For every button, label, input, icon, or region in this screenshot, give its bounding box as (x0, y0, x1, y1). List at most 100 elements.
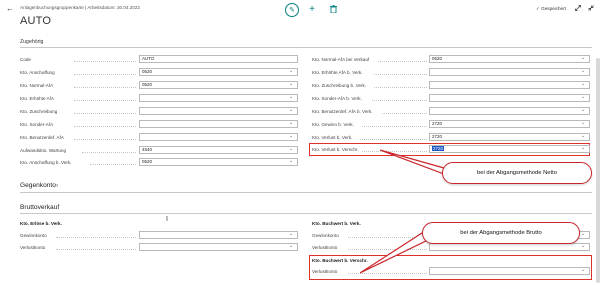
callout-netto: bei der Abgangsmethode Netto (442, 162, 592, 184)
chevron-down-icon[interactable]: ⌄ (289, 146, 293, 152)
field-label: Kto. Anschaffung b. Verk. (20, 160, 72, 165)
label-leader (90, 164, 136, 165)
kto-erhoehte-afa-b-verk-field[interactable] (429, 68, 590, 76)
label-leader (74, 61, 136, 62)
kto-zuschreibung-field[interactable] (139, 107, 298, 115)
breadcrumb: Anlagenbuchungsgruppenkarte | Arbeitsdat… (20, 5, 140, 10)
chevron-down-icon[interactable]: ⌄ (581, 145, 585, 151)
erloese-verlustkonto-field[interactable] (139, 243, 298, 251)
section-divider (20, 192, 592, 193)
field-label: Verlustkonto (312, 269, 338, 274)
field-label: Gewinnkonto (20, 233, 47, 238)
field-label: Kto. Sonder-AfA (20, 122, 54, 127)
check-icon: ✓ (536, 6, 540, 11)
field-label: Kto. Anschaffung (20, 70, 55, 75)
chevron-down-icon[interactable]: ⌄ (289, 107, 293, 113)
field-label: Kto. Zuschreibung b. Verk. (312, 83, 367, 88)
chevron-down-icon[interactable]: ⌄ (581, 94, 585, 100)
collapse-button[interactable] (587, 4, 595, 12)
buchwert-verlustkonto-field[interactable] (429, 243, 590, 251)
group-label: Kto. Erlöse b. Verk. (20, 221, 62, 226)
kto-erhoehte-afa-field[interactable] (139, 94, 298, 102)
delete-button[interactable] (328, 4, 338, 14)
aufwandskto-wartung-field[interactable]: 4540 (139, 146, 298, 154)
section-divider (20, 47, 592, 48)
chevron-down-icon[interactable]: ⌄ (289, 133, 293, 139)
kto-anschaffung-b-verk-field[interactable]: 0520 (139, 158, 298, 166)
chevron-down-icon[interactable]: ⌄ (581, 231, 585, 237)
field-label: Code (20, 57, 31, 62)
chevron-down-icon[interactable]: ⌄ (581, 68, 585, 74)
kto-benutzerdef-afa-field[interactable] (139, 133, 298, 141)
kto-anschaffung-field[interactable]: 0520 (139, 68, 298, 76)
edit-button[interactable]: ✎ (285, 3, 299, 17)
collapse-icon (588, 5, 594, 11)
chevron-right-icon: › (55, 182, 59, 189)
chevron-down-icon[interactable]: ⌄ (581, 107, 585, 113)
chevron-down-icon[interactable]: ⌄ (289, 120, 293, 126)
back-arrow-icon[interactable]: ← (6, 5, 14, 13)
label-leader (74, 74, 136, 75)
section-divider (20, 213, 592, 214)
erloese-gewinnkonto-field[interactable] (139, 231, 298, 239)
add-button[interactable]: + (307, 3, 317, 15)
chevron-down-icon[interactable]: ⌄ (289, 231, 293, 237)
callout-brutto: bei der Abgangsmethode Brutto (422, 222, 580, 244)
label-leader (372, 100, 427, 101)
pencil-icon: ✎ (289, 6, 295, 14)
field-label: Kto. Normal-AfA bei Verkauf (312, 57, 370, 62)
kto-gewinn-b-verk-field[interactable]: 2720 (429, 120, 590, 128)
section-general-title[interactable]: Zugehörig (20, 39, 43, 45)
buchwert-verschr-verlustkonto-field[interactable] (429, 267, 590, 275)
plus-icon: + (309, 3, 315, 15)
label-leader (378, 61, 427, 62)
kto-sonder-afa-b-verk-field[interactable] (429, 94, 590, 102)
label-leader (74, 113, 136, 114)
label-leader (74, 100, 136, 101)
label-leader (360, 139, 427, 140)
kto-normal-afa-field[interactable]: 0520 (139, 81, 298, 89)
field-label: Kto. Sonder-AfA b. Verk. (312, 96, 362, 101)
vertical-scrollbar[interactable] (596, 58, 600, 283)
code-field[interactable]: AUTO (139, 55, 298, 63)
kto-benutzerdef-afa-b-verk-field[interactable] (429, 107, 590, 115)
field-label: Kto. Benutzerdef. AfA (20, 135, 64, 140)
label-leader (374, 87, 427, 88)
saved-label: Gespeichert (541, 6, 566, 11)
chevron-down-icon[interactable]: ⌄ (581, 81, 585, 87)
label-leader (82, 152, 136, 153)
chevron-down-icon[interactable]: ⌄ (581, 120, 585, 126)
chevron-down-icon[interactable]: ⌄ (289, 81, 293, 87)
field-label: Kto. Gewinn b. Verk. (312, 122, 354, 127)
field-label: Kto. Zuschreibung (20, 109, 58, 114)
chevron-down-icon[interactable]: ⌄ (581, 243, 585, 249)
chevron-down-icon[interactable]: ⌄ (581, 55, 585, 61)
section-gegenkonto-title[interactable]: Gegenkonto› (20, 182, 58, 189)
trash-icon (329, 5, 337, 13)
label-leader (74, 139, 136, 140)
kto-zuschreibung-b-verk-field[interactable] (429, 81, 590, 89)
label-leader (74, 126, 136, 127)
field-label: Kto. Verlust b. Verk. (312, 135, 353, 140)
label-leader (56, 237, 136, 238)
expand-icon (575, 5, 581, 11)
chevron-down-icon[interactable]: ⌄ (581, 133, 585, 139)
kto-verlust-b-verk-field[interactable]: 2720 (429, 133, 590, 141)
field-label: Kto. Verlust b. Verschr. (312, 147, 359, 152)
group-label: Kto. Buchwert b. Verk. (312, 221, 361, 226)
label-leader (382, 113, 427, 114)
field-label: Verlustkonto (312, 245, 338, 250)
section-bruttoverkauf-title[interactable]: Bruttoverkauf (20, 204, 59, 211)
expand-button[interactable] (574, 4, 582, 12)
kto-sonder-afa-field[interactable] (139, 120, 298, 128)
kto-normal-afa-bei-verkauf-field[interactable]: 0520 (429, 55, 590, 63)
chevron-down-icon[interactable]: ⌄ (289, 94, 293, 100)
field-label: Kto. Erhöhte AfA b. Verk. (312, 70, 363, 75)
field-label: Gewinnkonto (312, 233, 339, 238)
chevron-down-icon[interactable]: ⌄ (289, 158, 293, 164)
chevron-down-icon[interactable]: ⌄ (289, 243, 293, 249)
chevron-down-icon[interactable]: ⌄ (581, 267, 585, 273)
chevron-down-icon[interactable]: ⌄ (289, 68, 293, 74)
label-leader (74, 87, 136, 88)
page-title: AUTO (20, 15, 52, 27)
